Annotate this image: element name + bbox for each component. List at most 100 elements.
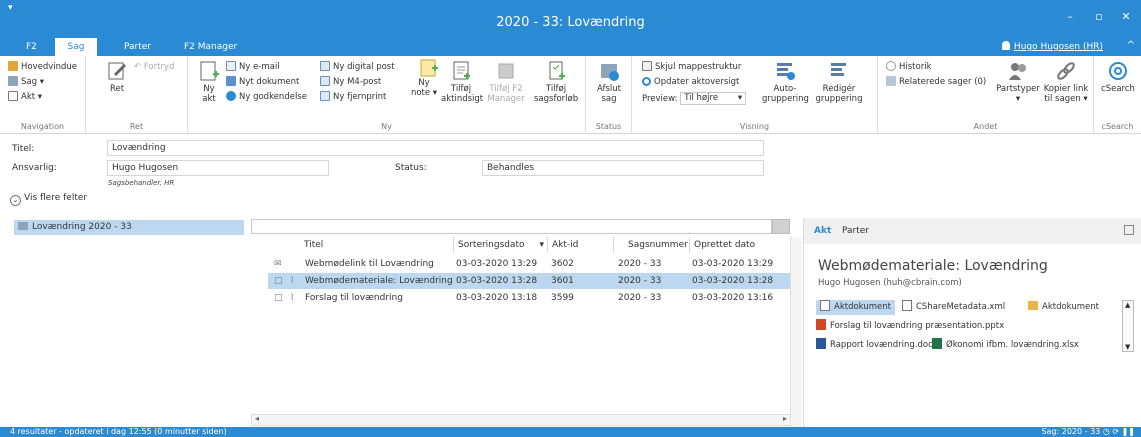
grid-filter-input[interactable] — [251, 219, 772, 234]
status-field[interactable]: Behandles — [482, 160, 764, 176]
group-label-visning: Visning — [739, 122, 770, 131]
relaterede-sager-button[interactable]: Relaterede sager (0) — [886, 76, 986, 89]
row-title: Forslag til lovændring — [305, 293, 403, 303]
tab-f2-manager[interactable]: F2 Manager — [176, 38, 245, 56]
grid-filter-button[interactable] — [772, 219, 790, 234]
excel-icon — [932, 338, 942, 349]
group-label-csearch: cSearch — [1101, 122, 1134, 131]
ansvarlig-field[interactable]: Hugo Hugosen — [107, 160, 329, 176]
table-row[interactable]: □ ⌇ Forslag til lovændring 03-03-2020 13… — [268, 290, 790, 306]
row-sort-date: 03-03-2020 13:28 — [456, 276, 538, 286]
popout-icon[interactable] — [1124, 225, 1134, 235]
attachment-csharemetadata[interactable]: CShareMetadata.xml — [902, 300, 1005, 315]
tree-item-case[interactable]: Lovændring 2020 - 33 — [14, 220, 244, 235]
ny-m4-post-button[interactable]: Ny M4-post — [320, 76, 381, 89]
xml-file-icon — [902, 300, 912, 311]
scroll-right-icon[interactable]: ▸ — [783, 414, 787, 423]
column-header-sagsnummer[interactable]: Sagsnummer — [620, 237, 690, 253]
attachment-docx[interactable]: Rapport lovændring.docx — [816, 338, 938, 353]
grid-horizontal-scrollbar[interactable]: ◂ ▸ — [251, 414, 791, 426]
document-icon — [820, 300, 830, 311]
group-visning: Skjul mappestruktur Opdater aktoversigt … — [632, 56, 878, 134]
user-menu[interactable]: Hugo Hugosen (HR) — [1001, 41, 1103, 52]
group-label-andet: Andet — [973, 122, 998, 131]
kopier-link-button[interactable]: Kopier link til sagen ▾ — [1040, 60, 1092, 104]
ny-akt-button[interactable]: Ny akt — [198, 60, 220, 104]
scroll-down-icon[interactable]: ▼ — [1125, 343, 1130, 351]
vis-flere-felter-button[interactable]: ⌄ Vis flere felter — [10, 193, 87, 206]
sort-desc-icon: ▾ — [539, 240, 544, 250]
row-created: 03-03-2020 13:29 — [692, 259, 774, 269]
attachment-aktdokument-folder[interactable]: Aktdokument — [1028, 300, 1099, 315]
parties-icon — [1007, 60, 1029, 82]
workflow-icon — [545, 60, 567, 82]
close-button[interactable]: ✕ — [1115, 8, 1137, 26]
folder-structure-icon — [642, 61, 652, 71]
ret-button[interactable]: Ret — [102, 60, 132, 94]
attachment-pptx[interactable]: Forslag til lovændring præsentation.pptx — [816, 319, 1004, 334]
ny-note-button[interactable]: Ny note ▾ — [410, 78, 438, 98]
preview-control: Preview: Til højre ▾ — [642, 92, 747, 105]
opdater-aktoversigt-button[interactable]: Opdater aktoversigt — [642, 76, 739, 89]
titel-field[interactable]: Lovændring — [107, 140, 764, 156]
preview-select[interactable]: Til højre ▾ — [680, 92, 747, 105]
scroll-left-icon[interactable]: ◂ — [255, 414, 259, 423]
titel-label: Titel: — [12, 144, 35, 154]
f2-manager-icon — [495, 60, 517, 82]
tab-parter[interactable]: Parter — [116, 38, 159, 56]
rediger-gruppering-button[interactable]: Redigér gruppering — [814, 60, 864, 104]
attachment-icon: ⌇ — [290, 293, 295, 303]
minimize-button[interactable]: – — [1059, 8, 1081, 26]
column-header-titel[interactable]: Titel — [304, 237, 454, 253]
nyt-dokument-button[interactable]: Nyt dokument — [226, 76, 299, 89]
scroll-up-icon[interactable]: ▲ — [1125, 301, 1130, 309]
ny-email-button[interactable]: Ny e-mail — [226, 61, 280, 74]
preview-author: Hugo Hugosen (huh@cbrain.com) — [818, 278, 962, 288]
sag-dropdown-button[interactable]: Sag ▾ — [8, 76, 44, 89]
tab-f2[interactable]: F2 — [18, 38, 45, 56]
table-row[interactable]: ✉ Webmødelink til Lovændring 03-03-2020 … — [268, 256, 790, 272]
hovedvindue-button[interactable]: Hovedvindue — [8, 61, 77, 74]
chevron-down-icon: ▾ — [737, 93, 743, 103]
skjul-mappestruktur-button[interactable]: Skjul mappestruktur — [642, 61, 741, 74]
tilfoj-sagsforlob-button[interactable]: Tilføj sagsforløb — [534, 60, 578, 104]
group-label-ret: Ret — [129, 122, 144, 131]
column-header-akt-id[interactable]: Akt-id — [550, 237, 614, 253]
close-case-icon — [598, 60, 620, 82]
auto-gruppering-button[interactable]: Auto-gruppering — [762, 60, 809, 104]
column-header-oprettet-dato[interactable]: Oprettet dato — [692, 237, 788, 253]
column-header-sorteringsdato[interactable]: Sorteringsdato ▾ — [458, 237, 548, 253]
attachment-aktdokument[interactable]: Aktdokument — [816, 300, 895, 315]
table-row[interactable]: □ ⌇ Webmødemateriale: Lovændring 03-03-2… — [268, 273, 790, 289]
email-row-icon: ✉ — [274, 259, 282, 269]
folder-icon — [1028, 301, 1038, 310]
undo-icon: ↶ — [134, 62, 144, 72]
document-icon — [8, 91, 18, 101]
refresh-icon — [642, 77, 651, 86]
ny-fjernprint-button[interactable]: Ny fjernprint — [320, 91, 386, 104]
tilfoj-aktindsigt-button[interactable]: Tilføj aktindsigt — [441, 60, 483, 104]
attachment-xlsx[interactable]: Økonomi ifbm. lovændring.xlsx — [932, 338, 1079, 353]
user-name: Hugo Hugosen (HR) — [1013, 42, 1103, 52]
collapse-ribbon-button[interactable]: ^ — [1127, 40, 1135, 51]
grid-vertical-scrollbar[interactable] — [790, 237, 802, 427]
document-row-icon: □ — [274, 293, 283, 303]
tilfoj-f2-manager-button[interactable]: Tilføj F2 Manager — [484, 60, 528, 104]
historik-button[interactable]: Historik — [886, 61, 932, 74]
note-icon — [418, 58, 440, 81]
app-menu-icon[interactable]: ▾ — [8, 3, 13, 13]
partstyper-button[interactable]: Partstyper ▾ — [996, 60, 1040, 104]
row-created: 03-03-2020 13:28 — [692, 276, 774, 286]
afslut-sag-button[interactable]: Afslut sag — [592, 60, 626, 104]
tab-sag[interactable]: Sag — [55, 38, 97, 56]
attachments-scrollbar[interactable]: ▲ ▼ — [1122, 300, 1134, 352]
preview-tab-akt[interactable]: Akt — [814, 226, 831, 236]
maximize-button[interactable]: ▫ — [1088, 8, 1110, 26]
status-right: Sag: 2020 - 33 ◷ ⟳ ❚❚ — [1041, 427, 1135, 436]
akt-dropdown-button[interactable]: Akt ▾ — [8, 91, 42, 104]
preview-tab-parter[interactable]: Parter — [842, 226, 869, 236]
fortryd-button[interactable]: ↶ Fortryd — [134, 61, 174, 74]
csearch-button[interactable]: cSearch — [1100, 60, 1136, 94]
ny-godkendelse-button[interactable]: Ny godkendelse — [226, 91, 307, 104]
ny-digital-post-button[interactable]: Ny digital post — [320, 61, 395, 74]
